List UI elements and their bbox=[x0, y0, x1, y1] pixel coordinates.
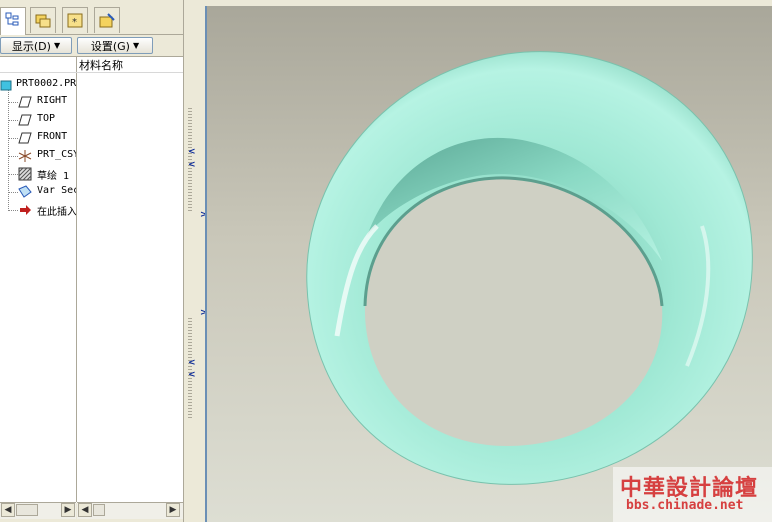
sketch-icon bbox=[18, 167, 32, 181]
tree-item-label: RIGHT bbox=[37, 95, 68, 106]
scroll-right-icon[interactable]: ▶ bbox=[166, 503, 180, 517]
datum-plane-icon bbox=[18, 96, 32, 108]
collapse-left-icon[interactable]: < bbox=[188, 160, 196, 170]
collapse-left-icon[interactable]: < bbox=[188, 147, 196, 157]
tree-connector bbox=[8, 174, 18, 175]
show-dropdown-button[interactable]: 显示(D) ▼ bbox=[0, 37, 72, 54]
collapse-left-icon[interactable]: < bbox=[188, 358, 196, 368]
tree-connector bbox=[8, 102, 18, 103]
tree-item-insert-here[interactable]: 在此插入 bbox=[0, 201, 76, 219]
navigator-sash[interactable]: < < > < < > bbox=[183, 0, 208, 522]
tree-item-label: TOP bbox=[37, 113, 56, 124]
tree-item-top-plane[interactable]: TOP bbox=[0, 111, 76, 129]
chevron-down-icon: ▼ bbox=[132, 41, 140, 50]
tab-favorites[interactable]: * bbox=[62, 7, 88, 33]
tree-item-label: Var Sect Sweep bbox=[37, 185, 76, 196]
tree-connector bbox=[8, 120, 18, 121]
tree-item-root-part[interactable]: PRT0002.PRT bbox=[0, 76, 76, 94]
settings-dropdown-label: 设置(G) bbox=[90, 39, 130, 53]
insert-here-arrow-icon bbox=[20, 205, 31, 215]
tree-connector bbox=[8, 192, 18, 193]
tab-folder-browser[interactable] bbox=[30, 7, 56, 33]
scroll-left-icon[interactable]: ◀ bbox=[1, 503, 15, 517]
navigator-tabbar: * bbox=[0, 0, 183, 35]
tree-item-label: FRONT bbox=[37, 131, 68, 142]
tree-item-label: 在此插入 bbox=[37, 207, 76, 218]
scrollbar-thumb[interactable] bbox=[93, 504, 105, 516]
scrollbar-thumb[interactable] bbox=[16, 504, 38, 516]
collapse-left-icon[interactable]: < bbox=[188, 370, 196, 380]
tree-item-right-plane[interactable]: RIGHT bbox=[0, 93, 76, 111]
column-divider[interactable] bbox=[76, 56, 77, 502]
graphics-viewport[interactable] bbox=[205, 6, 772, 522]
datum-plane-icon bbox=[18, 132, 32, 144]
tree-item-label: 草绘 1 bbox=[37, 171, 70, 182]
scroll-right-icon[interactable]: ▶ bbox=[61, 503, 75, 517]
variable-section-sweep-icon bbox=[18, 185, 32, 198]
tree-item-label: PRT0002.PRT bbox=[16, 78, 76, 89]
part-icon bbox=[0, 80, 12, 91]
show-dropdown-label: 显示(D) bbox=[11, 39, 51, 53]
tree-item-label: PRT_CSYS_DEF bbox=[37, 149, 76, 160]
sash-grip[interactable] bbox=[188, 318, 192, 418]
model-tree-icon bbox=[5, 12, 19, 26]
coordinate-system-icon bbox=[18, 150, 32, 162]
tab-model-tree[interactable] bbox=[0, 7, 26, 35]
favorites-icon: * bbox=[67, 13, 83, 28]
tree-connector bbox=[8, 156, 18, 157]
tree-item-front-plane[interactable]: FRONT bbox=[0, 129, 76, 147]
material-name-column-header[interactable]: 材料名称 bbox=[79, 57, 123, 73]
tree-connector bbox=[8, 138, 18, 139]
chevron-down-icon: ▼ bbox=[53, 41, 61, 50]
settings-dropdown-button[interactable]: 设置(G) ▼ bbox=[77, 37, 153, 54]
tree-item-sketch[interactable]: 草绘 1 bbox=[0, 165, 76, 183]
tree-item-var-sect-sweep[interactable]: Var Sect Sweep bbox=[0, 183, 76, 201]
watermark-url: bbs.chinade.net bbox=[626, 498, 744, 513]
tab-connections[interactable] bbox=[94, 7, 120, 33]
tree-item-csys[interactable]: PRT_CSYS_DEF bbox=[0, 147, 76, 165]
scroll-left-icon[interactable]: ◀ bbox=[78, 503, 92, 517]
navigator-panel: * 显示(D) ▼ 设置(G) ▼ 材料名称 PRT0002.PRT RIGHT… bbox=[0, 0, 183, 522]
swept-ring-model[interactable] bbox=[207, 6, 772, 522]
datum-plane-icon bbox=[18, 114, 32, 126]
tree-connector bbox=[8, 210, 18, 211]
header-separator bbox=[0, 72, 183, 73]
svg-text:*: * bbox=[72, 17, 77, 28]
folder-browser-icon bbox=[35, 14, 51, 28]
connections-icon bbox=[99, 13, 115, 28]
